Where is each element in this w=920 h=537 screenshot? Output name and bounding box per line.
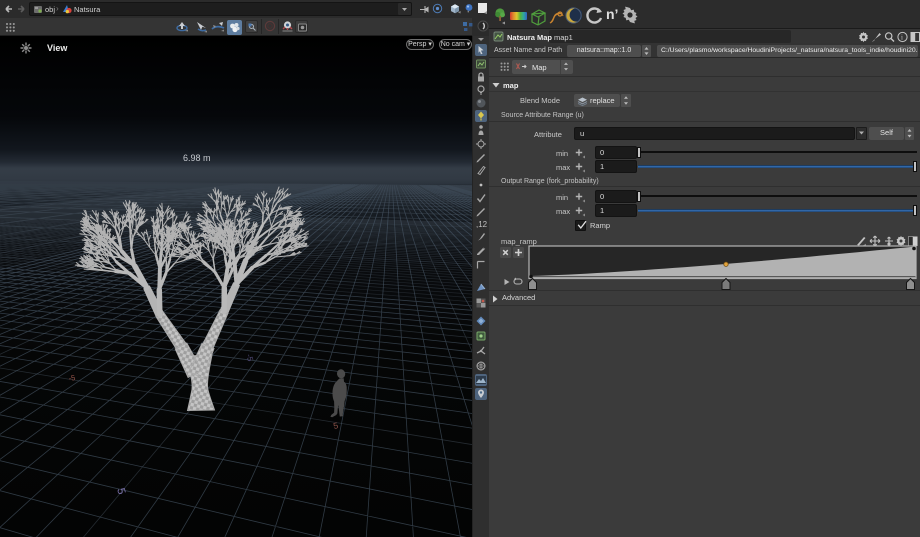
svg-text:-5: -5 <box>68 373 76 383</box>
svg-text:6.98 m: 6.98 m <box>183 153 211 163</box>
svg-text:i: i <box>901 34 903 42</box>
svg-text:,12: ,12 <box>476 220 487 229</box>
